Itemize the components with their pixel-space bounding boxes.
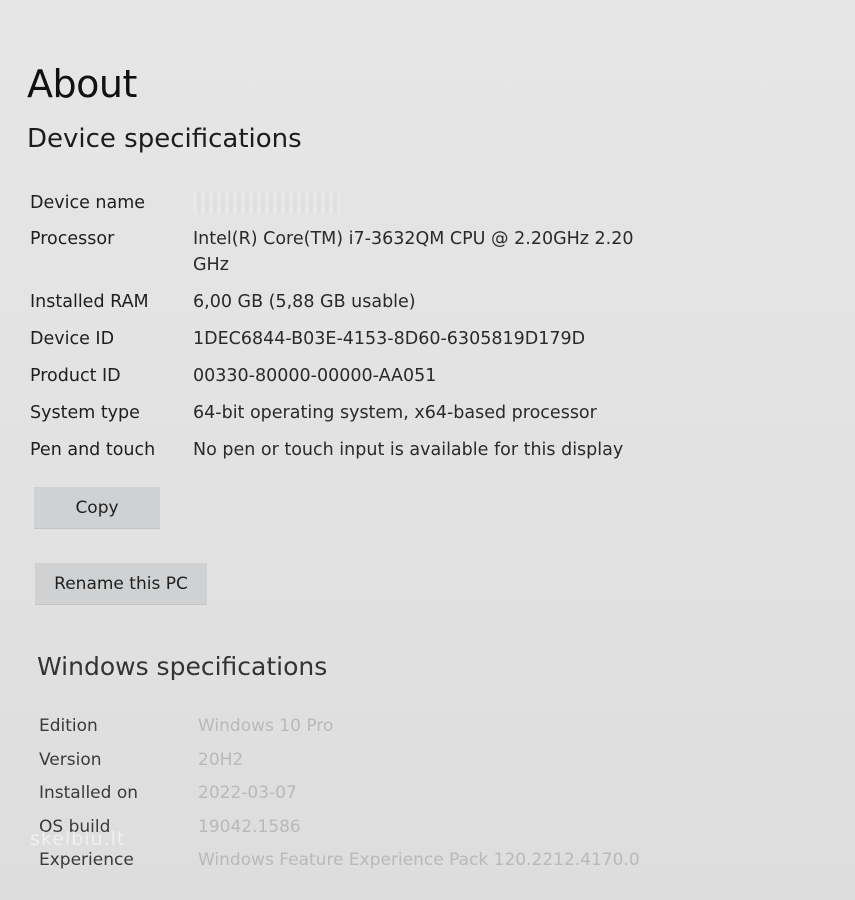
win-spec-row-os-build: OS build 19042.1586 xyxy=(39,811,639,845)
win-spec-row-experience: Experience Windows Feature Experience Pa… xyxy=(39,844,640,878)
windows-specifications-heading: Windows specifications xyxy=(37,652,328,681)
win-spec-row-edition: Edition Windows 10 Pro xyxy=(39,710,639,744)
spec-value: No pen or touch input is available for t… xyxy=(193,440,624,460)
spec-value: 00330-80000-00000-AA051 xyxy=(193,366,437,386)
page-title: About xyxy=(27,62,137,106)
spec-row-pen-and-touch: Pen and touch No pen or touch input is a… xyxy=(30,437,690,463)
rename-pc-button[interactable]: Rename this PC xyxy=(35,563,207,604)
win-spec-value: 2022-03-07 xyxy=(198,783,297,803)
device-specifications-list: Device name Processor Intel(R) Core(TM) … xyxy=(30,190,690,463)
spec-label: Device ID xyxy=(30,329,115,349)
win-spec-value: 20H2 xyxy=(198,749,244,770)
spec-row-device-id: Device ID 1DEC6844-B03E-4153-8D60-630581… xyxy=(30,326,690,352)
spec-label: Processor xyxy=(30,229,115,249)
spec-label: Installed RAM xyxy=(30,292,149,312)
spec-row-device-name: Device name xyxy=(30,190,690,216)
spec-row-system-type: System type 64-bit operating system, x64… xyxy=(30,400,690,426)
spec-value: Intel(R) Core(TM) i7-3632QM CPU @ 2.20GH… xyxy=(193,229,634,275)
win-spec-value: 19042.1586 xyxy=(198,816,301,837)
copy-button[interactable]: Copy xyxy=(34,487,160,528)
watermark: skelbiu.lt xyxy=(30,828,126,850)
spec-value-device-name xyxy=(193,190,668,216)
win-spec-row-version: Version 20H2 xyxy=(39,744,639,778)
spec-label: Pen and touch xyxy=(30,440,156,460)
spec-label: System type xyxy=(30,403,140,423)
win-spec-label: Edition xyxy=(39,716,98,736)
redacted-device-name xyxy=(193,192,343,214)
spec-value: 6,00 GB (5,88 GB usable) xyxy=(193,292,416,312)
win-spec-row-installed-on: Installed on 2022-03-07 xyxy=(39,777,639,811)
win-spec-label: Version xyxy=(39,749,102,770)
spec-label: Product ID xyxy=(30,366,121,386)
windows-specifications-list: Edition Windows 10 Pro Version 20H2 Inst… xyxy=(39,710,640,878)
win-spec-value: Windows Feature Experience Pack 120.2212… xyxy=(198,850,640,870)
win-spec-value: Windows 10 Pro xyxy=(198,716,334,736)
spec-row-processor: Processor Intel(R) Core(TM) i7-3632QM CP… xyxy=(30,226,690,278)
spec-label: Device name xyxy=(30,193,146,213)
spec-row-installed-ram: Installed RAM 6,00 GB (5,88 GB usable) xyxy=(30,289,690,315)
spec-value: 1DEC6844-B03E-4153-8D60-6305819D179D xyxy=(193,329,586,349)
spec-value: 64-bit operating system, x64-based proce… xyxy=(193,403,597,423)
device-specifications-heading: Device specifications xyxy=(27,124,302,154)
win-spec-label: Installed on xyxy=(39,783,139,803)
spec-row-product-id: Product ID 00330-80000-00000-AA051 xyxy=(30,363,690,389)
